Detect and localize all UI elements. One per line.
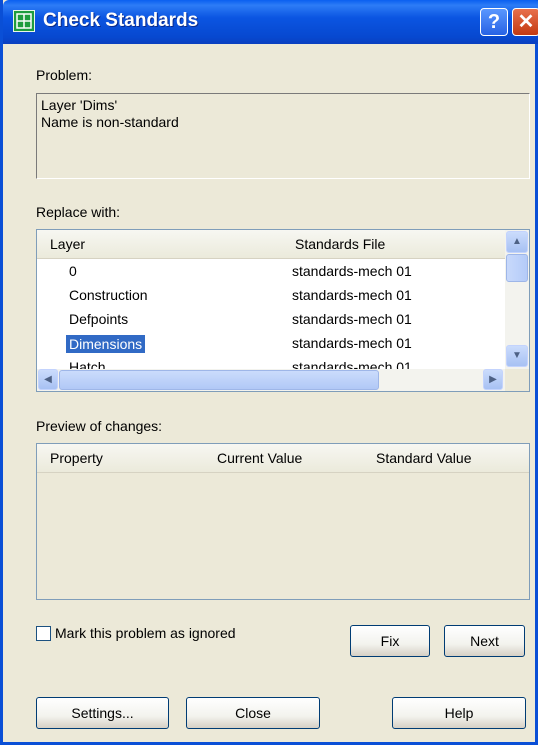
list-item-selected[interactable]: Dimensions standards-mech 01 <box>37 332 505 356</box>
scroll-left-icon[interactable]: ◀ <box>38 369 58 390</box>
standards-file: standards-mech 01 <box>292 263 412 279</box>
ignore-problem-label[interactable]: Mark this problem as ignored <box>55 625 236 641</box>
title-bar[interactable]: Check Standards ? ✕ <box>3 0 538 44</box>
fix-button[interactable]: Fix <box>350 625 430 657</box>
list-item[interactable]: Construction standards-mech 01 <box>37 284 505 308</box>
standards-file: standards-mech 01 <box>292 311 412 327</box>
horizontal-scroll-thumb[interactable] <box>59 370 379 390</box>
list-item[interactable]: Defpoints standards-mech 01 <box>37 308 505 332</box>
list-item-partial[interactable]: Hatch standards-mech 01 <box>37 356 505 369</box>
vertical-scroll-thumb[interactable] <box>506 254 528 282</box>
vertical-scrollbar[interactable]: ▲ ▼ <box>505 230 529 369</box>
layer-name: Hatch <box>69 359 106 369</box>
column-header-layer[interactable]: Layer <box>50 236 85 252</box>
scroll-right-icon[interactable]: ▶ <box>483 369 503 390</box>
check-standards-dialog: Check Standards ? ✕ Problem: Layer 'Dims… <box>0 0 538 745</box>
problem-text-box: Layer 'Dims' Name is non-standard <box>36 93 530 179</box>
column-header-standards-file[interactable]: Standards File <box>295 236 385 252</box>
title-close-button[interactable]: ✕ <box>512 8 538 36</box>
list-item[interactable]: 0 standards-mech 01 <box>37 260 505 284</box>
standards-file: standards-mech 01 <box>292 287 412 303</box>
layer-name: 0 <box>69 263 77 279</box>
preview-changes-list[interactable]: Property Current Value Standard Value <box>36 443 530 600</box>
problem-line-2: Name is non-standard <box>41 114 179 130</box>
window-title: Check Standards <box>43 10 199 31</box>
next-button[interactable]: Next <box>444 625 525 657</box>
layer-name: Defpoints <box>69 311 129 327</box>
title-help-button[interactable]: ? <box>480 8 508 36</box>
horizontal-scrollbar[interactable]: ◀ ▶ <box>37 369 505 391</box>
problem-line-1: Layer 'Dims' <box>41 97 118 113</box>
layer-name: Construction <box>69 287 148 303</box>
column-header-standard-value[interactable]: Standard Value <box>376 450 471 466</box>
layer-name: Dimensions <box>66 335 146 353</box>
standards-file: standards-mech 01 <box>292 335 412 351</box>
scroll-up-icon[interactable]: ▲ <box>506 231 528 253</box>
standards-file: standards-mech 01 <box>292 359 412 369</box>
preview-list-header: Property Current Value Standard Value <box>37 444 529 473</box>
help-button[interactable]: Help <box>392 697 526 729</box>
ignore-problem-checkbox[interactable] <box>36 626 51 641</box>
scrollbar-corner <box>505 369 529 391</box>
settings-button[interactable]: Settings... <box>36 697 169 729</box>
replace-list-header: Layer Standards File <box>37 230 505 259</box>
column-header-current-value[interactable]: Current Value <box>217 450 302 466</box>
scroll-down-icon[interactable]: ▼ <box>506 345 528 367</box>
column-header-property[interactable]: Property <box>50 450 103 466</box>
close-button[interactable]: Close <box>186 697 320 729</box>
problem-label: Problem: <box>36 67 93 83</box>
check-standards-icon <box>13 10 35 32</box>
replace-with-label: Replace with: <box>36 204 121 220</box>
preview-label: Preview of changes: <box>36 418 163 434</box>
replace-with-list[interactable]: Layer Standards File 0 standards-mech 01… <box>36 229 530 392</box>
